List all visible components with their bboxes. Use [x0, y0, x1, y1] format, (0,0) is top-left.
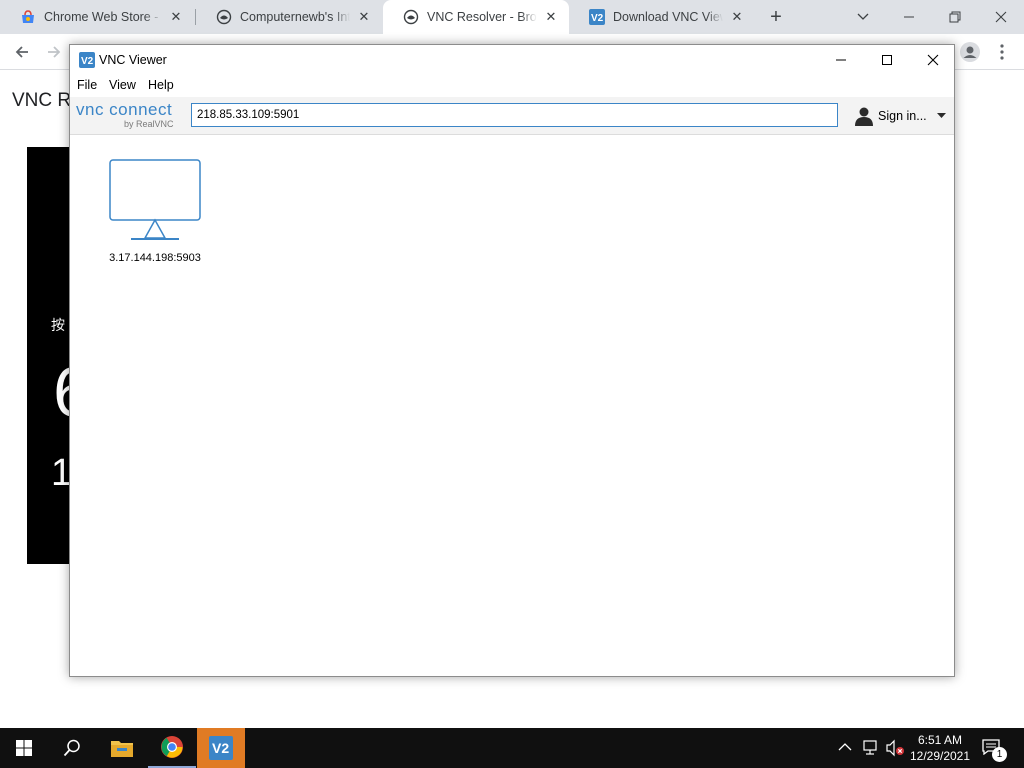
computer-monitor-icon [109, 159, 201, 240]
chrome-web-store-icon [20, 9, 36, 25]
connection-label: 3.17.144.198:5903 [109, 252, 201, 264]
vnc-menu-bar: File View Help [70, 75, 954, 97]
volume-tray-button[interactable] [885, 739, 905, 760]
folder-icon [111, 741, 133, 757]
vnc-address-book: 3.17.144.198:5903 [70, 135, 954, 676]
svg-text:V2: V2 [591, 13, 604, 24]
volume-muted-icon [886, 739, 904, 757]
vnc-viewer-taskbar-button[interactable]: V2 [197, 728, 245, 768]
clock-time: 6:51 AM [917, 733, 963, 747]
more-vert-icon [1000, 44, 1004, 60]
back-arrow-icon [15, 46, 28, 58]
menu-view[interactable]: View [109, 78, 136, 92]
back-button[interactable] [8, 38, 36, 66]
chrome-icon [161, 736, 183, 758]
new-tab-button[interactable]: + [764, 5, 788, 29]
system-clock[interactable]: 6:51 AM 12/29/2021 [907, 732, 973, 764]
vnc-logo-icon: V2 [209, 736, 233, 760]
profile-button[interactable] [956, 38, 984, 66]
profile-avatar-icon [960, 42, 980, 62]
sign-in-button[interactable]: Sign in... [854, 106, 946, 126]
vnc-minimize-button[interactable] [818, 45, 864, 75]
vnc-title-bar[interactable]: V2 VNC Viewer [70, 45, 954, 75]
vnc-close-button[interactable] [910, 45, 956, 75]
action-center-button[interactable]: 1 [982, 737, 1008, 762]
network-tray-button[interactable] [862, 739, 880, 760]
logo-sub-text: by RealVNC [124, 119, 174, 129]
file-explorer-button[interactable] [98, 728, 146, 768]
close-tab-icon[interactable]: ✕ [356, 9, 372, 25]
panel-text: 按 [51, 317, 65, 333]
tab-title: VNC Resolver - Browse [427, 10, 537, 24]
close-tab-icon[interactable]: ✕ [729, 9, 745, 25]
chevron-up-icon [838, 743, 852, 751]
show-hidden-icons-button[interactable] [838, 740, 852, 757]
vnc-connect-logo: vnc connect by RealVNC [76, 100, 184, 130]
start-button[interactable] [0, 728, 48, 768]
search-button[interactable] [48, 728, 96, 768]
svg-text:V2: V2 [81, 56, 94, 67]
page-black-panel: 按 6 1 [27, 147, 71, 564]
windows-taskbar: V2 6:51 AM 12/29/2021 1 [0, 728, 1024, 768]
browser-tab-strip: Chrome Web Store - Extensions ✕ Computer… [0, 0, 1024, 34]
menu-file[interactable]: File [77, 78, 97, 92]
tab-title: Computernewb's Internet [240, 10, 350, 24]
menu-help[interactable]: Help [148, 78, 174, 92]
tab-vnc-resolver[interactable]: VNC Resolver - Browse ✕ [383, 0, 569, 34]
forward-button[interactable] [40, 38, 68, 66]
computernewb-icon [216, 9, 232, 25]
sign-in-label: Sign in... [878, 109, 927, 123]
tab-download-vnc-viewer[interactable]: V2 Download VNC Viewer ✕ [569, 0, 755, 34]
chrome-menu-button[interactable] [988, 38, 1016, 66]
tab-title: Download VNC Viewer [613, 10, 723, 24]
vnc-maximize-button[interactable] [864, 45, 910, 75]
vnc-address-bar: vnc connect by RealVNC Sign in... [70, 97, 954, 135]
browser-restore-button[interactable] [932, 0, 978, 34]
network-icon [863, 740, 877, 755]
address-input[interactable] [191, 103, 838, 127]
vnc-viewer-window: V2 VNC Viewer File View Help vnc connect… [69, 44, 955, 677]
vnc-window-title: VNC Viewer [99, 53, 167, 67]
search-icon [63, 739, 80, 757]
svg-text:V2: V2 [212, 740, 229, 756]
tab-computernewb[interactable]: Computernewb's Internet ✕ [196, 0, 382, 34]
user-icon [855, 107, 873, 126]
close-tab-icon[interactable]: ✕ [168, 9, 184, 25]
logo-main-text: vnc connect [76, 100, 173, 119]
vnc-app-icon: V2 [79, 52, 95, 71]
clock-date: 12/29/2021 [909, 749, 971, 763]
tab-chrome-web-store[interactable]: Chrome Web Store - Extensions ✕ [0, 0, 194, 34]
close-tab-icon[interactable]: ✕ [543, 9, 559, 25]
panel-number: 1 [51, 452, 71, 494]
caret-down-icon [936, 113, 946, 118]
tab-search-icon[interactable] [840, 0, 886, 34]
browser-close-button[interactable] [978, 0, 1024, 34]
browser-minimize-button[interactable] [886, 0, 932, 34]
forward-arrow-icon [48, 46, 61, 58]
connection-item[interactable]: 3.17.144.198:5903 [100, 159, 210, 269]
vnc-logo-icon: V2 [589, 9, 605, 25]
notification-count-badge: 1 [992, 747, 1007, 762]
page-title: VNC R [12, 90, 72, 111]
chrome-taskbar-button[interactable] [148, 728, 196, 768]
windows-logo-icon [16, 740, 32, 756]
vnc-resolver-icon [403, 9, 419, 25]
tab-title: Chrome Web Store - Extensions [44, 10, 162, 24]
